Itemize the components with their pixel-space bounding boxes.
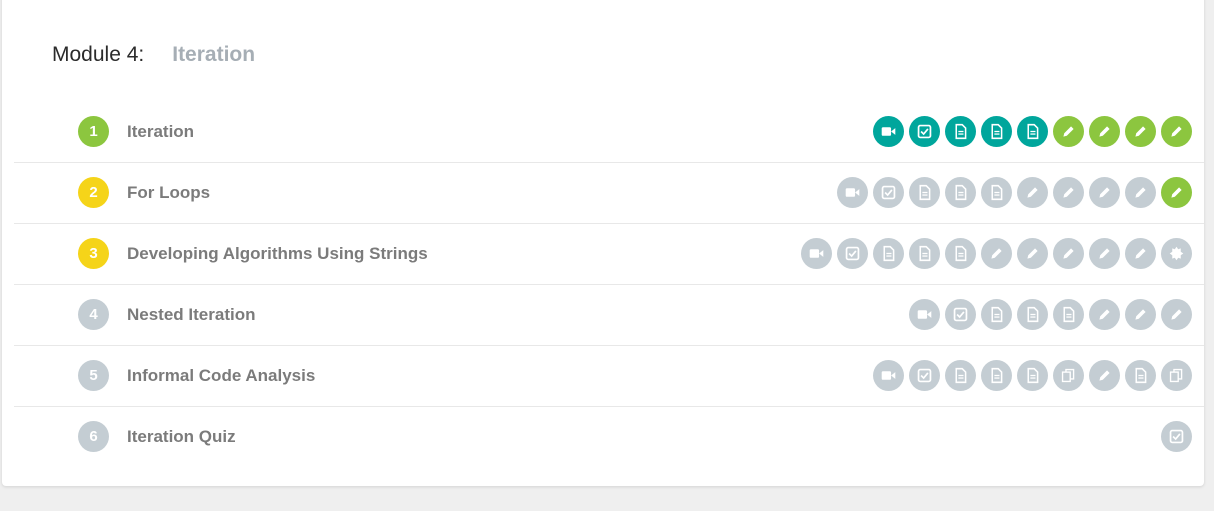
lesson-row[interactable]: 4 Nested Iteration — [14, 285, 1204, 346]
module-card: Module 4: Iteration 1 Iteration 2 For Loops… — [2, 0, 1204, 486]
pencil-icon[interactable] — [1161, 116, 1192, 147]
pencil-icon[interactable] — [1089, 116, 1120, 147]
checkbox-icon[interactable] — [837, 238, 868, 269]
lesson-title-link[interactable]: Nested Iteration — [127, 285, 255, 345]
copy-icon[interactable] — [1053, 360, 1084, 391]
copy-icon[interactable] — [1161, 360, 1192, 391]
pencil-icon[interactable] — [1125, 299, 1156, 330]
checkbox-icon[interactable] — [873, 177, 904, 208]
document-icon[interactable] — [981, 177, 1012, 208]
lesson-title-link[interactable]: Iteration — [127, 102, 194, 162]
document-icon[interactable] — [1125, 360, 1156, 391]
lesson-row[interactable]: 3 Developing Algorithms Using Strings — [14, 224, 1204, 285]
lesson-title-link[interactable]: For Loops — [127, 163, 210, 223]
lesson-title-link[interactable]: Informal Code Analysis — [127, 346, 315, 406]
lesson-title-link[interactable]: Iteration Quiz — [127, 407, 236, 467]
activity-icons — [837, 177, 1192, 208]
pencil-icon[interactable] — [1089, 299, 1120, 330]
lesson-number-badge: 5 — [78, 360, 109, 391]
module-header: Module 4: Iteration — [52, 40, 255, 70]
lesson-row[interactable]: 6 Iteration Quiz — [14, 407, 1204, 467]
pencil-icon[interactable] — [1053, 116, 1084, 147]
document-icon[interactable] — [909, 238, 940, 269]
pencil-icon[interactable] — [1053, 177, 1084, 208]
pencil-icon[interactable] — [1053, 238, 1084, 269]
video-icon[interactable] — [837, 177, 868, 208]
pencil-icon[interactable] — [1089, 177, 1120, 208]
pencil-icon[interactable] — [1125, 177, 1156, 208]
lesson-number-badge: 4 — [78, 299, 109, 330]
pencil-icon[interactable] — [1017, 238, 1048, 269]
lesson-title-link[interactable]: Developing Algorithms Using Strings — [127, 224, 428, 284]
lesson-row[interactable]: 2 For Loops — [14, 163, 1204, 224]
document-icon[interactable] — [873, 238, 904, 269]
lesson-number-badge: 1 — [78, 116, 109, 147]
lesson-list: 1 Iteration 2 For Loops 3 Developing Algorith… — [14, 102, 1204, 467]
document-icon[interactable] — [1017, 116, 1048, 147]
lesson-number-badge: 3 — [78, 238, 109, 269]
pencil-icon[interactable] — [1017, 177, 1048, 208]
pencil-icon[interactable] — [1125, 238, 1156, 269]
module-label: Module 4: — [52, 43, 145, 66]
document-icon[interactable] — [981, 360, 1012, 391]
document-icon[interactable] — [945, 238, 976, 269]
lesson-row[interactable]: 1 Iteration — [14, 102, 1204, 163]
pencil-icon[interactable] — [1125, 116, 1156, 147]
video-icon[interactable] — [801, 238, 832, 269]
pencil-icon[interactable] — [1161, 299, 1192, 330]
document-icon[interactable] — [945, 177, 976, 208]
document-icon[interactable] — [945, 116, 976, 147]
checkbox-icon[interactable] — [909, 360, 940, 391]
activity-icons — [873, 360, 1192, 391]
activity-icons — [909, 299, 1192, 330]
checkbox-icon[interactable] — [909, 116, 940, 147]
module-name: Iteration — [172, 43, 256, 66]
badge-icon[interactable] — [1161, 238, 1192, 269]
pencil-icon[interactable] — [1089, 360, 1120, 391]
document-icon[interactable] — [945, 360, 976, 391]
activity-icons — [1161, 421, 1192, 452]
checkbox-icon[interactable] — [1161, 421, 1192, 452]
pencil-icon[interactable] — [1161, 177, 1192, 208]
video-icon[interactable] — [909, 299, 940, 330]
checkbox-icon[interactable] — [945, 299, 976, 330]
activity-icons — [801, 238, 1192, 269]
document-icon[interactable] — [981, 299, 1012, 330]
video-icon[interactable] — [873, 116, 904, 147]
video-icon[interactable] — [873, 360, 904, 391]
lesson-number-badge: 2 — [78, 177, 109, 208]
activity-icons — [873, 116, 1192, 147]
lesson-row[interactable]: 5 Informal Code Analysis — [14, 346, 1204, 407]
pencil-icon[interactable] — [981, 238, 1012, 269]
document-icon[interactable] — [1053, 299, 1084, 330]
document-icon[interactable] — [909, 177, 940, 208]
document-icon[interactable] — [1017, 299, 1048, 330]
document-icon[interactable] — [981, 116, 1012, 147]
document-icon[interactable] — [1017, 360, 1048, 391]
pencil-icon[interactable] — [1089, 238, 1120, 269]
lesson-number-badge: 6 — [78, 421, 109, 452]
